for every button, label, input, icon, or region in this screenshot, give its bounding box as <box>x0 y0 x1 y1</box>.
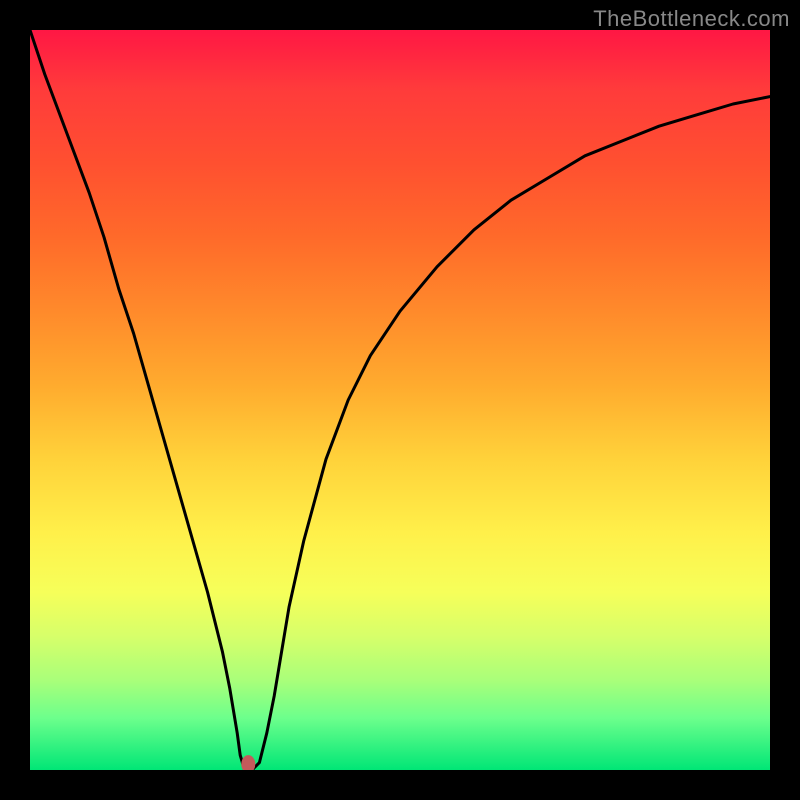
watermark-text: TheBottleneck.com <box>593 6 790 32</box>
plot-area <box>30 30 770 770</box>
outer-frame: TheBottleneck.com <box>0 0 800 800</box>
